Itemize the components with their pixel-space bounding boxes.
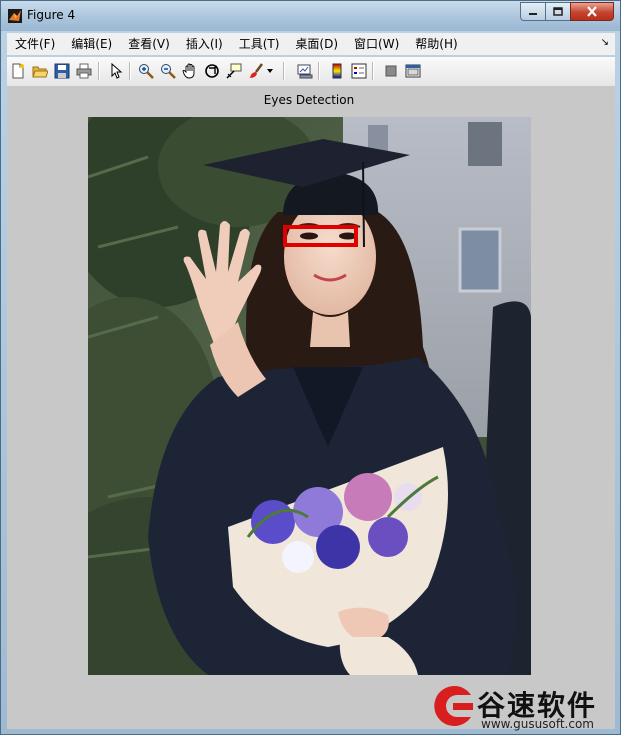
- photo-illustration: [88, 117, 531, 675]
- zoom-in-icon: [139, 64, 154, 79]
- brush-dropdown-button[interactable]: [265, 62, 275, 80]
- new-file-icon: [12, 63, 24, 79]
- title-bar[interactable]: Figure 4: [1, 1, 620, 31]
- brush-icon: [250, 63, 263, 78]
- figure-window: Figure 4 文件(F) 编辑(E) 查看(V) 插入(I) 工具(T) 桌…: [0, 0, 621, 735]
- insert-colorbar-button[interactable]: [328, 62, 346, 80]
- watermark-url: www.gususoft.com: [481, 717, 594, 731]
- maximize-button[interactable]: [545, 2, 571, 21]
- hand-pan-icon: [182, 63, 195, 79]
- toolbar-separator: [283, 62, 285, 80]
- menu-tools[interactable]: 工具(T): [231, 33, 288, 55]
- minimize-button[interactable]: [520, 2, 546, 21]
- toolbar-separator: [372, 62, 374, 80]
- menu-view[interactable]: 查看(V): [120, 33, 178, 55]
- watermark-logo: 谷速软件 www.gususoft.com: [425, 678, 621, 735]
- colorbar-icon: [332, 63, 342, 79]
- menu-window[interactable]: 窗口(W): [346, 33, 407, 55]
- show-plot-tools-icon: [405, 64, 421, 78]
- show-plot-tools-button[interactable]: [404, 62, 422, 80]
- zoom-out-icon: [161, 64, 176, 79]
- data-cursor-icon: [226, 63, 242, 79]
- minimize-icon: [529, 12, 537, 15]
- menu-bar: 文件(F) 编辑(E) 查看(V) 插入(I) 工具(T) 桌面(D) 窗口(W…: [7, 33, 615, 55]
- hide-plot-tools-icon: [385, 65, 397, 77]
- link-plot-icon: [297, 64, 313, 79]
- hide-plot-tools-button[interactable]: [382, 62, 400, 80]
- zoom-in-button[interactable]: [137, 62, 155, 80]
- link-plot-button[interactable]: [296, 62, 314, 80]
- edit-plot-button[interactable]: [107, 62, 125, 80]
- new-figure-button[interactable]: [9, 62, 27, 80]
- detected-face-image[interactable]: [88, 117, 531, 675]
- brand-logo-icon: [434, 686, 473, 726]
- legend-icon: [351, 63, 367, 79]
- rotate-3d-button[interactable]: [203, 62, 221, 80]
- save-button[interactable]: [53, 62, 71, 80]
- menu-file[interactable]: 文件(F): [7, 33, 63, 55]
- figure-toolbar: [7, 57, 615, 87]
- menubar-dock-arrow-icon[interactable]: ↘: [601, 37, 609, 48]
- insert-legend-button[interactable]: [350, 62, 368, 80]
- open-file-button[interactable]: [31, 62, 49, 80]
- window-title: Figure 4: [27, 8, 76, 22]
- toolbar-separator: [98, 62, 100, 80]
- close-button[interactable]: [570, 2, 614, 21]
- menu-insert[interactable]: 插入(I): [178, 33, 231, 55]
- toolbar-separator: [318, 62, 320, 80]
- printer-icon: [76, 63, 92, 79]
- zoom-out-button[interactable]: [159, 62, 177, 80]
- print-button[interactable]: [75, 62, 93, 80]
- menu-help[interactable]: 帮助(H): [407, 33, 465, 55]
- axes-title: Eyes Detection: [263, 93, 355, 107]
- arrow-cursor-icon: [111, 63, 123, 79]
- maximize-icon: [553, 7, 563, 16]
- chevron-down-icon: [267, 69, 273, 73]
- folder-open-icon: [32, 66, 48, 78]
- menu-desktop[interactable]: 桌面(D): [287, 33, 346, 55]
- save-icon: [54, 63, 70, 79]
- toolbar-separator: [129, 62, 131, 80]
- pan-button[interactable]: [181, 62, 199, 80]
- menu-edit[interactable]: 编辑(E): [63, 33, 120, 55]
- close-icon: [587, 6, 597, 17]
- brush-button[interactable]: [247, 62, 265, 80]
- data-cursor-button[interactable]: [225, 62, 243, 80]
- figure-canvas: Eyes Detection: [7, 87, 615, 729]
- window-controls: [520, 2, 614, 22]
- matlab-icon: [8, 9, 22, 23]
- rotate-3d-icon: [205, 64, 219, 78]
